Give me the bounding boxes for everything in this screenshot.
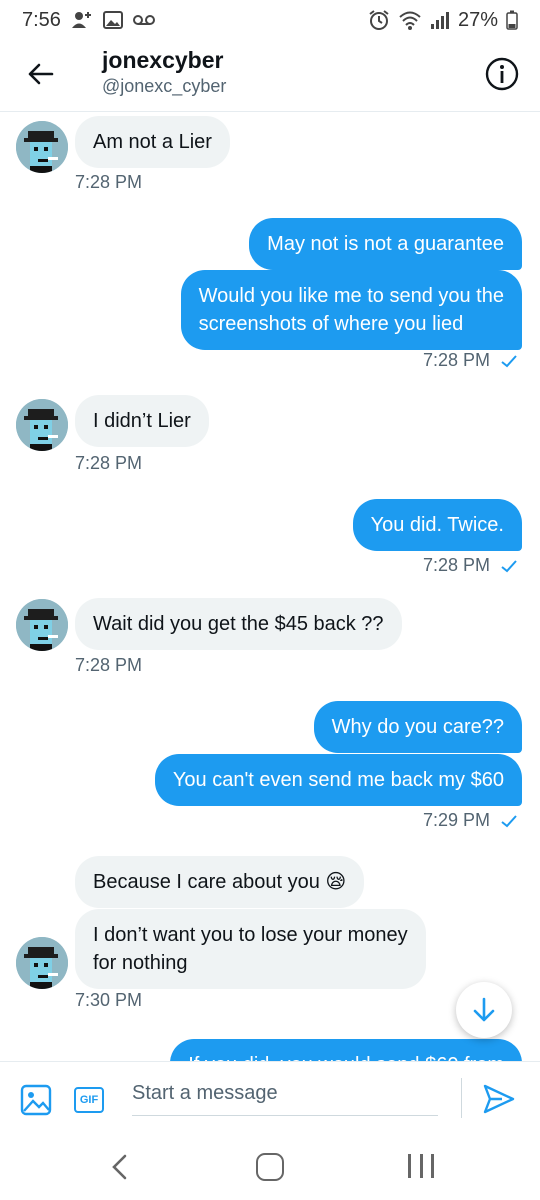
recents-bar-icon [408, 1154, 411, 1178]
scroll-to-bottom-button[interactable] [456, 982, 512, 1038]
person-add-icon [71, 10, 93, 30]
message-timestamp: 7:28 PM [422, 350, 490, 370]
info-icon [485, 57, 519, 91]
add-image-button[interactable] [20, 1084, 52, 1116]
pixel-avatar-icon [16, 121, 68, 173]
message-bubble-incoming[interactable]: Because I care about you 😪 [75, 856, 365, 908]
message-line: Would you like me to send you the [198, 285, 504, 307]
message-line: I don’t want you to lose your money [93, 924, 408, 946]
battery-percent: 27% [457, 8, 498, 31]
message-timestamp: 7:30 PM [75, 990, 143, 1010]
back-button[interactable] [22, 56, 58, 92]
battery-icon [506, 10, 518, 30]
message-meta: 7:29 PM [423, 810, 518, 831]
read-check-icon [501, 559, 517, 572]
message-bubble-incoming[interactable]: I didn’t Lier [75, 395, 209, 447]
pixel-avatar-icon [16, 599, 68, 651]
message-input[interactable]: Start a message [132, 1078, 438, 1116]
message-timestamp: 7:28 PM [75, 172, 143, 192]
scroll-down-icon [473, 997, 495, 1022]
wifi-icon [398, 10, 422, 30]
message-bubble-outgoing[interactable]: Would you like me to send you the screen… [180, 270, 522, 350]
message-bubble-incoming[interactable]: Wait did you get the $45 back ?? [75, 598, 402, 650]
read-check-icon [501, 814, 517, 827]
recents-bar-icon [431, 1154, 434, 1178]
message-line: screenshots of where you lied [198, 313, 464, 335]
header-name: jonexcyber [102, 47, 224, 73]
message-bubble-incoming[interactable]: I don’t want you to lose your money for … [75, 909, 426, 989]
signal-icon [430, 11, 450, 29]
message-timestamp: 7:28 PM [422, 555, 490, 575]
avatar[interactable] [16, 599, 68, 651]
message-bubble-outgoing[interactable]: You can't even send me back my $60 [154, 754, 522, 806]
message-timestamp: 7:28 PM [75, 453, 143, 473]
back-arrow-icon [28, 63, 54, 85]
header-handle: @jonexc_cyber [102, 76, 227, 96]
message-bubble-outgoing[interactable]: If you did, you would send $60 from [170, 1039, 522, 1061]
message-bubble-incoming[interactable]: Am not a Lier [75, 116, 230, 168]
message-composer: GIF Start a message [0, 1061, 540, 1137]
message-text: Because I care about you [93, 871, 320, 893]
message-meta: 7:28 PM [423, 555, 518, 576]
pixel-avatar-icon [16, 937, 68, 989]
voicemail-icon [132, 14, 155, 26]
status-time: 7:56 [22, 8, 61, 31]
avatar[interactable] [16, 399, 68, 451]
sleepy-face-emoji: 😪 [325, 871, 347, 893]
info-button[interactable] [484, 56, 520, 92]
image-icon [20, 1084, 52, 1116]
pixel-avatar-icon [16, 399, 68, 451]
header-titles[interactable]: jonexcyber @jonexc_cyber [102, 47, 226, 97]
recents-bar-icon [419, 1154, 423, 1178]
system-nav-bar [0, 1137, 540, 1200]
message-meta: 7:28 PM [423, 350, 518, 371]
message-list[interactable]: Am not a Lier 7:28 PM May not is not a g… [0, 113, 540, 1061]
message-bubble-outgoing[interactable]: May not is not a guarantee [249, 218, 522, 270]
message-bubble-outgoing[interactable]: Why do you care?? [313, 701, 522, 753]
status-bar: 7:56 27% [0, 0, 540, 40]
message-timestamp: 7:29 PM [422, 810, 490, 830]
nav-recents-button[interactable] [408, 1154, 434, 1180]
read-check-icon [501, 354, 517, 367]
message-bubble-outgoing[interactable]: You did. Twice. [352, 499, 522, 551]
send-button[interactable] [482, 1082, 516, 1116]
gif-button[interactable]: GIF [74, 1087, 104, 1113]
nav-back-icon [112, 1154, 127, 1180]
gallery-icon [102, 11, 123, 29]
avatar[interactable] [16, 121, 68, 173]
avatar[interactable] [16, 937, 68, 989]
message-line: for nothing [93, 952, 188, 974]
nav-back-button[interactable] [108, 1153, 132, 1181]
composer-divider [461, 1078, 462, 1118]
message-timestamp: 7:28 PM [75, 655, 143, 675]
gif-icon: GIF [79, 1094, 99, 1106]
conversation-header: jonexcyber @jonexc_cyber [0, 40, 540, 112]
send-icon [483, 1084, 515, 1114]
nav-home-button[interactable] [256, 1153, 284, 1181]
alarm-icon [368, 9, 390, 31]
